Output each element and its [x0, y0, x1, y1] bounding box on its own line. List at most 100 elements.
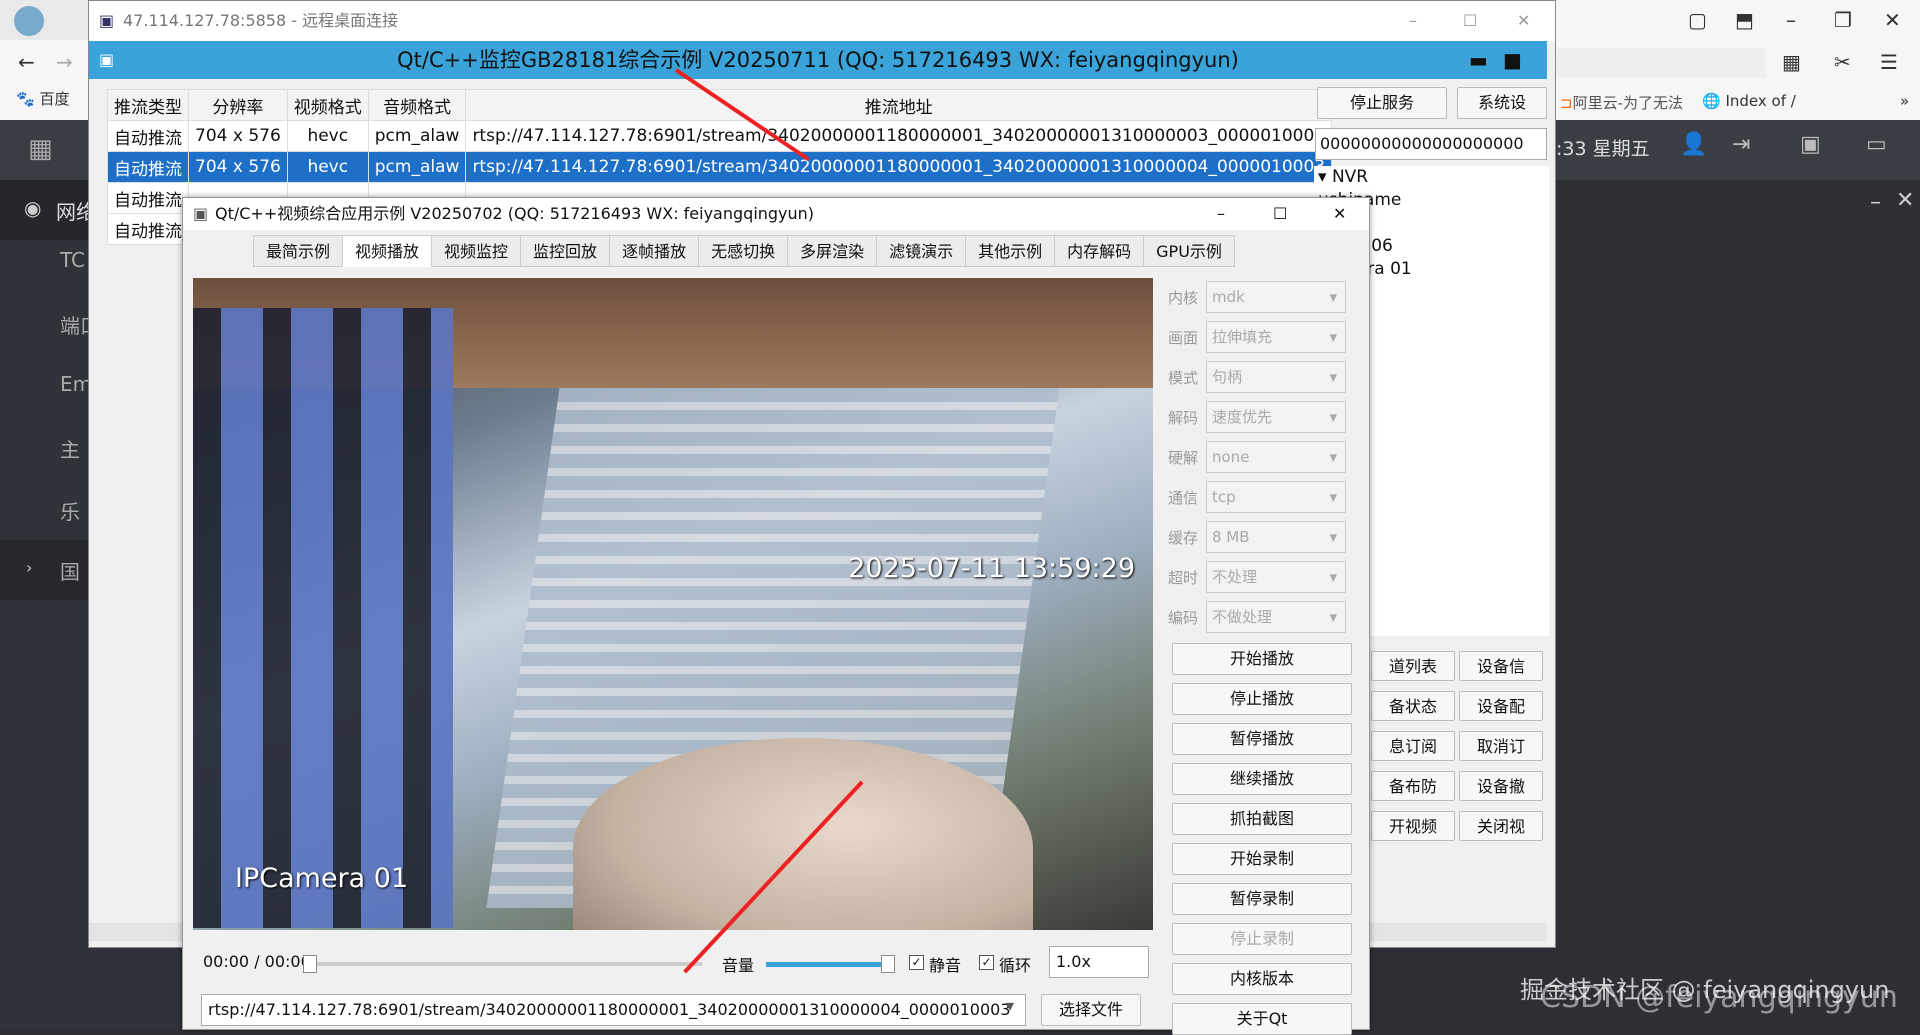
setting-row: 超时 不处理 — [1168, 561, 1358, 595]
setting-row: 画面 拉伸填充 — [1168, 321, 1358, 355]
panel-close-icon[interactable]: ✕ — [1896, 188, 1914, 213]
tab-gpu[interactable]: GPU示例 — [1144, 235, 1235, 267]
tab-seamless[interactable]: 无感切换 — [699, 235, 789, 267]
table-row[interactable]: 自动推流 704 x 576 hevc pcm_alaw rtsp://47.1… — [107, 120, 1333, 152]
kernel-select[interactable]: mdk — [1206, 281, 1346, 313]
device-info-button[interactable]: 设备信 — [1459, 651, 1543, 681]
screen-icon[interactable]: ▭ — [1866, 132, 1887, 157]
stop-service-button[interactable]: 停止服务 — [1317, 87, 1447, 119]
panel-minimize-icon[interactable]: – — [1870, 190, 1881, 215]
forward-icon[interactable]: → — [56, 50, 73, 74]
va-maximize-icon[interactable]: ☐ — [1273, 198, 1287, 230]
app-maximize-icon[interactable]: ■ — [1503, 41, 1522, 79]
apps-grid-icon[interactable]: ▦ — [1782, 50, 1801, 74]
volume-slider[interactable] — [766, 962, 886, 967]
network-icon: ◉ — [24, 196, 42, 220]
user-icon[interactable]: 👤 — [1680, 132, 1707, 157]
pause-record-button[interactable]: 暂停录制 — [1172, 883, 1352, 915]
device-config-button[interactable]: 设备配 — [1459, 691, 1543, 721]
tab-playback[interactable]: 监控回放 — [521, 235, 611, 267]
col-url[interactable]: 推流地址 — [465, 89, 1333, 121]
tab-simple[interactable]: 最简示例 — [253, 235, 344, 267]
sidebar-item-1[interactable]: TC — [60, 248, 85, 272]
va-close-icon[interactable]: ✕ — [1333, 198, 1346, 230]
remote-minimize-icon[interactable]: – — [1409, 1, 1417, 41]
pause-play-button[interactable]: 暂停播放 — [1172, 723, 1352, 755]
mode-select[interactable]: 句柄 — [1206, 361, 1346, 393]
bookmark-baidu[interactable]: 🐾 百度 — [16, 88, 69, 118]
progress-slider[interactable] — [306, 962, 702, 966]
progress-handle[interactable] — [303, 955, 317, 973]
decode-select[interactable]: 速度优先 — [1206, 401, 1346, 433]
encode-select[interactable]: 不做处理 — [1206, 601, 1346, 633]
timeout-select[interactable]: 不处理 — [1206, 561, 1346, 593]
cache-select[interactable]: 8 MB — [1206, 521, 1346, 553]
tab-memory-decode[interactable]: 内存解码 — [1055, 235, 1145, 267]
col-audio-format[interactable]: 音频格式 — [367, 89, 467, 121]
tree-item[interactable]: ▾ NVR — [1314, 166, 1549, 189]
resume-play-button[interactable]: 继续播放 — [1172, 763, 1352, 795]
minimize-icon[interactable]: – — [1786, 8, 1796, 32]
layout-icon[interactable]: ▣ — [1800, 132, 1821, 157]
tab-video-play[interactable]: 视频播放 — [343, 235, 433, 267]
open-video-button[interactable]: 开视频 — [1371, 811, 1455, 841]
speed-select[interactable]: 1.0x — [1049, 946, 1149, 978]
sidebar-item-4[interactable]: 主 — [60, 434, 80, 463]
remote-close-icon[interactable]: ✕ — [1517, 1, 1530, 41]
mute-label: 静音 — [929, 956, 962, 975]
address-bar[interactable] — [1556, 48, 1766, 78]
unsubscribe-button[interactable]: 取消订 — [1459, 731, 1543, 761]
browser-avatar-icon[interactable] — [14, 6, 44, 36]
tab-monitor[interactable]: 视频监控 — [432, 235, 522, 267]
tab-frame[interactable]: 逐帧播放 — [610, 235, 700, 267]
app-minimize-icon[interactable]: ▬ — [1469, 41, 1488, 79]
channel-list-button[interactable]: 道列表 — [1371, 651, 1455, 681]
logout-icon[interactable]: ⇥ — [1732, 132, 1750, 157]
stop-play-button[interactable]: 停止播放 — [1172, 683, 1352, 715]
scissors-icon[interactable]: ✂ — [1834, 50, 1851, 74]
subscribe-button[interactable]: 息订阅 — [1371, 731, 1455, 761]
start-record-button[interactable]: 开始录制 — [1172, 843, 1352, 875]
start-play-button[interactable]: 开始播放 — [1172, 643, 1352, 675]
more-bookmarks-icon[interactable]: » — [1900, 92, 1909, 110]
table-row-selected[interactable]: 自动推流 704 x 576 hevc pcm_alaw rtsp://47.1… — [107, 151, 1333, 183]
video-frame[interactable]: 2025-07-11 13:59:29 IPCamera 01 — [193, 278, 1153, 930]
bookmark-index[interactable]: 🌐 Index of / — [1702, 92, 1796, 110]
transport-select[interactable]: tcp — [1206, 481, 1346, 513]
col-video-format[interactable]: 视频格式 — [286, 89, 369, 121]
scale-select[interactable]: 拉伸填充 — [1206, 321, 1346, 353]
tab-count-icon[interactable]: ▢ — [1688, 8, 1707, 32]
mute-checkbox[interactable]: ✓ — [909, 955, 924, 970]
snapshot-button[interactable]: 抓拍截图 — [1172, 803, 1352, 835]
hwdecode-select[interactable]: none — [1206, 441, 1346, 473]
grid-menu-icon[interactable]: ▦ — [28, 134, 53, 164]
loop-checkbox[interactable]: ✓ — [979, 955, 994, 970]
menu-icon[interactable]: ☰ — [1880, 50, 1898, 74]
sidebar-item-5[interactable]: 乐 — [60, 496, 80, 525]
restore-icon[interactable]: ❐ — [1834, 8, 1852, 32]
url-dropdown-icon[interactable]: ▾ — [1006, 996, 1014, 1015]
system-settings-button[interactable]: 系统设 — [1457, 87, 1547, 119]
volume-handle[interactable] — [881, 955, 895, 973]
setting-row: 模式 句柄 — [1168, 361, 1358, 395]
arm-button[interactable]: 备布防 — [1371, 771, 1455, 801]
url-input[interactable]: rtsp://47.114.127.78:6901/stream/3402000… — [201, 994, 1026, 1026]
col-type[interactable]: 推流类型 — [107, 89, 189, 121]
osd-timestamp: 2025-07-11 13:59:29 — [848, 553, 1135, 584]
choose-file-button[interactable]: 选择文件 — [1041, 994, 1141, 1026]
bookmark-aliyun[interactable]: ⊐阿里云-为了无法 — [1560, 92, 1683, 113]
setting-label: 硬解 — [1168, 449, 1199, 467]
close-icon[interactable]: ✕ — [1884, 8, 1901, 32]
device-id-field[interactable]: 00000000000000000000 — [1315, 128, 1547, 160]
tab-filter[interactable]: 滤镜演示 — [877, 235, 967, 267]
col-resolution[interactable]: 分辨率 — [188, 89, 288, 121]
device-status-button[interactable]: 备状态 — [1371, 691, 1455, 721]
back-icon[interactable]: ← — [18, 50, 35, 74]
close-video-button[interactable]: 关闭视 — [1459, 811, 1543, 841]
shirt-icon[interactable]: ⬒ — [1735, 8, 1754, 32]
tab-multiscreen[interactable]: 多屏渲染 — [788, 235, 878, 267]
va-minimize-icon[interactable]: – — [1217, 198, 1225, 230]
remote-maximize-icon[interactable]: ☐ — [1463, 1, 1477, 41]
tab-other[interactable]: 其他示例 — [966, 235, 1056, 267]
disarm-button[interactable]: 设备撤 — [1459, 771, 1543, 801]
